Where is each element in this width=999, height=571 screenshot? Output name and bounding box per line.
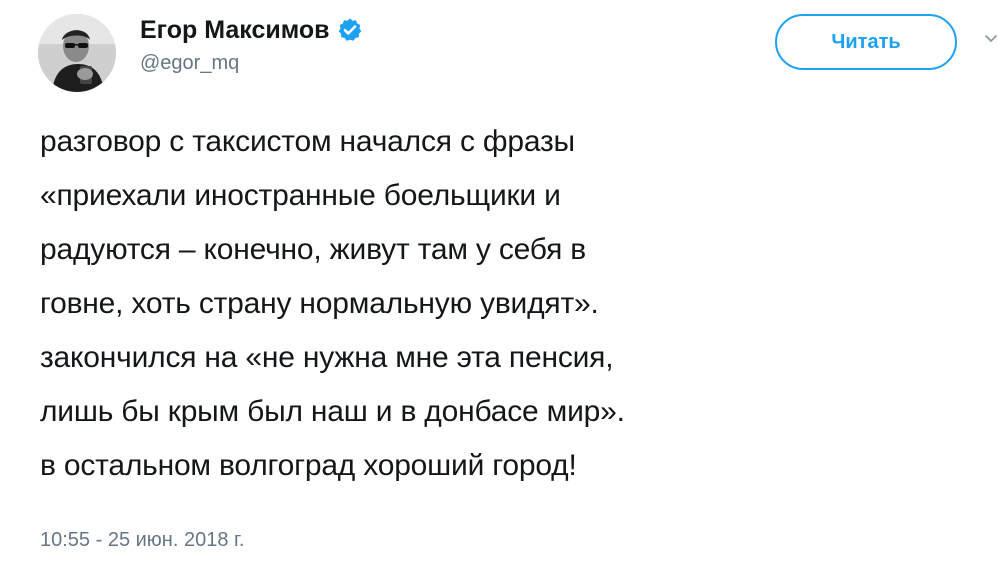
verified-badge-icon	[337, 17, 363, 43]
author-handle[interactable]: @egor_mq	[140, 50, 239, 76]
avatar-photo	[38, 14, 116, 92]
tweet-timestamp[interactable]: 10:55 - 25 июн. 2018 г.	[40, 527, 244, 553]
tweet-text-line: закончился на «не нужна мне эта пенсия,	[40, 341, 614, 374]
tweet-text-line: разговор с таксистом начался с фразы	[40, 125, 575, 158]
tweet-text-line: говне, хоть страну нормальную увидят».	[40, 287, 599, 320]
author-display-name[interactable]: Егор Максимов	[140, 15, 330, 45]
avatar[interactable]	[38, 14, 116, 92]
follow-button[interactable]: Читать	[775, 14, 957, 70]
author-name-row[interactable]: Егор Максимов	[140, 12, 363, 48]
chevron-down-icon[interactable]	[984, 32, 998, 46]
tweet-text: разговор с таксистом начался с фразы «пр…	[40, 115, 995, 493]
tweet-card: Егор Максимов @egor_mq Читать разговор с…	[0, 0, 999, 571]
tweet-text-line: «приехали иностранные боельщики и	[40, 179, 561, 212]
tweet-text-line: радуются – конечно, живут там у себя в	[40, 233, 587, 266]
tweet-text-line: лишь бы крым был наш и в донбасе мир».	[40, 395, 625, 428]
tweet-text-line: в остальном волгоград хороший город!	[40, 449, 577, 482]
